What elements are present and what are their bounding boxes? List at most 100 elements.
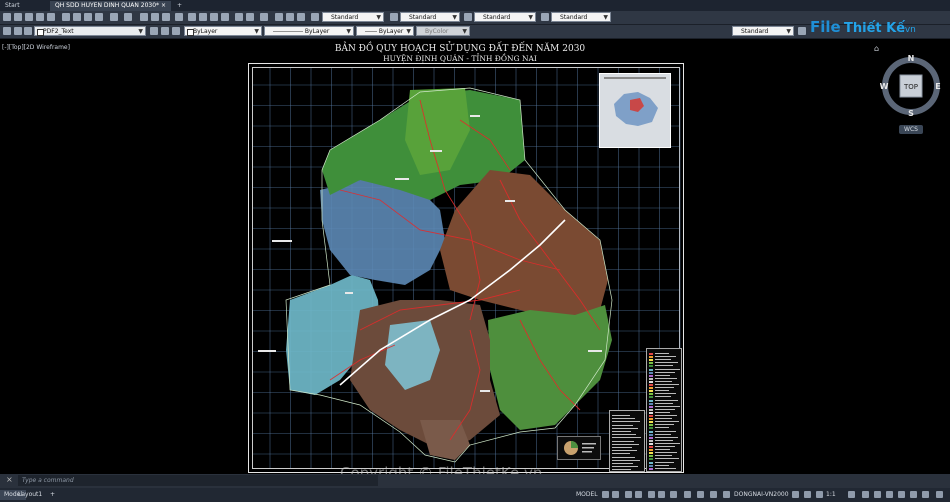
legend-text-line — [655, 390, 669, 392]
snap-icon[interactable] — [612, 491, 619, 498]
model-space-toggle[interactable]: MODEL — [576, 490, 598, 500]
legend-text-line — [612, 421, 640, 423]
legend-text-line — [655, 436, 678, 438]
selection-cycling-icon[interactable] — [710, 491, 717, 498]
legend-text-line — [655, 433, 671, 435]
legend-swatch — [649, 387, 653, 390]
legend-text-line — [655, 421, 679, 423]
osnap-icon[interactable] — [658, 491, 665, 498]
logo-part-domain: .vn — [902, 25, 916, 35]
legend-panel — [646, 348, 682, 472]
legend-text-line — [655, 380, 672, 382]
viewcube[interactable]: TOP N S E W — [880, 55, 942, 117]
coordinate-system[interactable]: DONGNAI-VN2000 — [734, 490, 789, 500]
compass-north: N — [908, 55, 915, 63]
legend-swatch — [649, 359, 653, 362]
fullscreen-icon[interactable] — [792, 491, 799, 498]
units-icon[interactable] — [874, 491, 881, 498]
legend-swatch — [649, 393, 653, 396]
legend-swatch — [649, 439, 653, 442]
legend-swatch — [649, 415, 653, 417]
legend-text-line — [655, 362, 678, 364]
legend-text-line — [655, 467, 676, 469]
legend-text-line — [655, 427, 669, 429]
add-layout-button[interactable]: + — [46, 490, 59, 500]
annotation-scale[interactable]: 1:1 — [826, 490, 836, 500]
home-icon[interactable]: ⌂ — [874, 44, 879, 53]
legend-text-line — [655, 446, 675, 447]
legend-text-line — [655, 415, 677, 416]
legend-swatch — [649, 449, 653, 452]
legend-text-line — [655, 396, 671, 398]
watermark-logo: File Thiết Kế .vn — [810, 18, 916, 36]
isolate-objects-icon[interactable] — [910, 491, 917, 498]
legend-text-line — [612, 415, 630, 416]
compass-south: S — [908, 109, 914, 117]
transparency-icon[interactable] — [697, 491, 704, 498]
legend-swatch — [649, 418, 653, 421]
legend-text-line — [655, 374, 670, 376]
legend-text-line — [655, 408, 675, 410]
legend-swatch — [649, 368, 653, 371]
legend-swatch — [649, 442, 653, 445]
legend-swatch — [649, 436, 653, 439]
plus-icon[interactable] — [862, 491, 869, 498]
legend-text-line — [655, 368, 680, 370]
legend-text-line — [655, 402, 673, 404]
legend-text-line — [655, 393, 676, 395]
customization-menu-icon[interactable] — [936, 491, 943, 498]
wcs-menu[interactable]: WCS — [899, 125, 923, 134]
grid-icon[interactable] — [602, 491, 609, 498]
quick-properties-icon[interactable] — [886, 491, 893, 498]
legend-swatch — [649, 377, 653, 380]
otrack-icon[interactable] — [670, 491, 677, 498]
compass-east: E — [935, 82, 940, 91]
legend-text-line — [655, 464, 669, 466]
scale-pie — [564, 441, 596, 455]
legend-text-line — [655, 411, 670, 413]
inset-map-drawing — [604, 77, 666, 126]
legend-swatch — [649, 356, 653, 359]
legend-text-line — [655, 399, 678, 401]
legend-text-line — [655, 353, 669, 354]
isodraft-icon[interactable] — [648, 491, 655, 498]
legend-text-line — [612, 418, 635, 420]
legend-swatch — [649, 399, 653, 402]
annotation-scale-icon[interactable] — [816, 491, 823, 498]
logo-part-thietke: Thiết Kế — [844, 21, 905, 36]
scale-chart — [557, 436, 601, 460]
tab-layout1[interactable]: Layout1 — [14, 490, 46, 500]
legend-swatch — [649, 405, 653, 408]
legend-text-line — [612, 424, 633, 426]
legend-panel-secondary — [609, 410, 645, 472]
legend-swatch — [649, 374, 653, 377]
geolocation-icon[interactable] — [723, 491, 730, 498]
legend-text-line — [655, 356, 676, 358]
annotation-visibility-icon[interactable] — [804, 491, 811, 498]
legend-swatch — [649, 390, 653, 393]
polar-icon[interactable] — [635, 491, 642, 498]
legend-swatch — [649, 411, 653, 414]
ortho-icon[interactable] — [625, 491, 632, 498]
close-icon[interactable]: × — [6, 475, 13, 484]
legend-text-line — [612, 437, 641, 439]
legend-text-line — [655, 377, 677, 379]
legend-text-line — [655, 365, 673, 367]
lock-ui-icon[interactable] — [898, 491, 905, 498]
hardware-acceleration-icon[interactable] — [922, 491, 929, 498]
command-line: × Type a command — [0, 474, 950, 488]
legend-text-line — [612, 463, 633, 464]
lineweight-toggle-icon[interactable] — [684, 491, 691, 498]
settings-icon[interactable] — [848, 491, 855, 498]
legend-text-line — [655, 384, 679, 385]
legend-text-line — [612, 450, 637, 452]
legend-text-line — [655, 452, 677, 454]
legend-swatch — [649, 464, 653, 467]
legend-swatch — [649, 452, 653, 455]
inset-title-bar — [604, 77, 666, 79]
legend-swatch — [649, 467, 653, 470]
legend-text-line — [655, 442, 680, 444]
legend-text-line — [612, 431, 631, 432]
command-input[interactable]: Type a command — [18, 475, 378, 486]
legend-swatch — [649, 421, 653, 424]
